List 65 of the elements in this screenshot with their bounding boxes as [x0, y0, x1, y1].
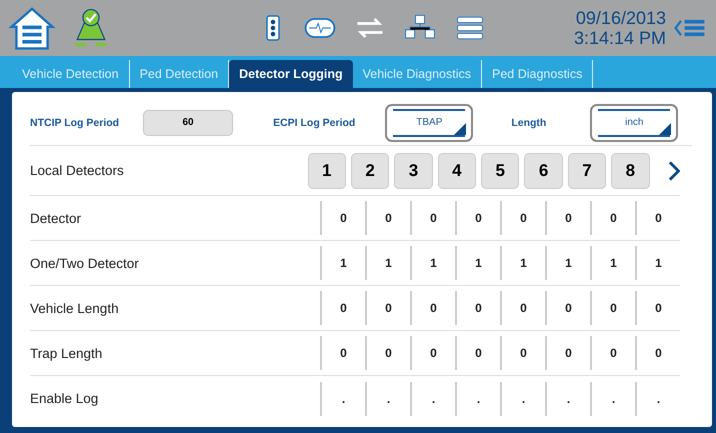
dropdown[interactable]: inch — [590, 104, 678, 142]
table-cell: 0 — [590, 291, 635, 325]
table-cell: 0 — [455, 291, 500, 325]
setting-label: ECPI Log Period — [273, 116, 356, 128]
table-cell: . — [635, 382, 680, 416]
date-text: 09/16/2013 — [576, 8, 666, 28]
table-cell: 0 — [410, 336, 455, 370]
table-cell: 0 — [500, 291, 545, 325]
detector-number[interactable]: 2 — [350, 152, 390, 188]
table-cell: 1 — [635, 246, 680, 280]
table-cell: . — [320, 382, 365, 416]
table-cell: 0 — [365, 291, 410, 325]
table-cell: 0 — [635, 336, 680, 370]
table-cell: 0 — [590, 201, 635, 235]
caret-icon — [454, 122, 466, 134]
row-label: One/Two Detector — [30, 256, 140, 270]
table-cell: . — [365, 382, 410, 416]
log-period-field[interactable]: 60 — [143, 110, 234, 136]
row-label: Detector — [30, 210, 82, 226]
detector-number[interactable]: 5 — [481, 152, 520, 188]
table-cell: 0 — [455, 201, 500, 235]
row-label: Vehicle Length — [30, 300, 120, 316]
table-cell: 0 — [410, 201, 455, 235]
table-cell: . — [590, 382, 635, 416]
table-cell: 0 — [410, 291, 455, 325]
detector-number[interactable]: 3 — [394, 152, 433, 188]
detector-number[interactable]: 8 — [611, 152, 650, 188]
caret-icon — [659, 122, 672, 134]
table-cell: 0 — [545, 291, 590, 325]
time-text: 3:14:14 PM — [574, 28, 666, 48]
table-cell: 0 — [455, 336, 500, 370]
table-cell: 1 — [590, 246, 635, 280]
table-cell: 0 — [365, 336, 410, 370]
table-cell: 1 — [365, 246, 410, 280]
table-cell: 0 — [545, 201, 590, 235]
table-cell: . — [545, 382, 590, 416]
table-cell: . — [455, 382, 500, 416]
row-label: Trap Length — [30, 346, 104, 360]
table-cell: 0 — [500, 336, 545, 370]
row-label: Local Detectors — [30, 163, 125, 178]
table-cell: 1 — [455, 246, 500, 280]
detector-number[interactable]: 4 — [438, 152, 476, 188]
table-cell: 1 — [410, 246, 455, 280]
table-cell: 0 — [635, 201, 680, 235]
table-cell: 0 — [365, 201, 410, 235]
detector-number[interactable]: 6 — [524, 152, 563, 188]
dropdown[interactable]: TBAP — [385, 104, 474, 142]
detector-number[interactable]: 1 — [308, 152, 346, 188]
setting-label: Length — [511, 116, 546, 128]
table-cell: 0 — [590, 336, 635, 370]
table-cell: 1 — [320, 246, 365, 280]
table-cell: 0 — [320, 291, 365, 325]
table-cell: 0 — [500, 201, 545, 235]
table-cell: 1 — [500, 246, 545, 280]
table-cell: 1 — [545, 246, 590, 280]
table-cell: 0 — [545, 336, 590, 370]
row-label: Enable Log — [30, 391, 100, 406]
table-cell: 0 — [635, 291, 680, 325]
setting-label: NTCIP Log Period — [30, 116, 120, 128]
table-cell: 0 — [320, 336, 365, 370]
tab[interactable]: Detector Logging — [229, 60, 353, 88]
table-cell: . — [410, 382, 455, 416]
detector-number[interactable]: 7 — [568, 152, 606, 188]
table-cell: 0 — [320, 201, 365, 235]
table-cell: . — [500, 382, 545, 416]
